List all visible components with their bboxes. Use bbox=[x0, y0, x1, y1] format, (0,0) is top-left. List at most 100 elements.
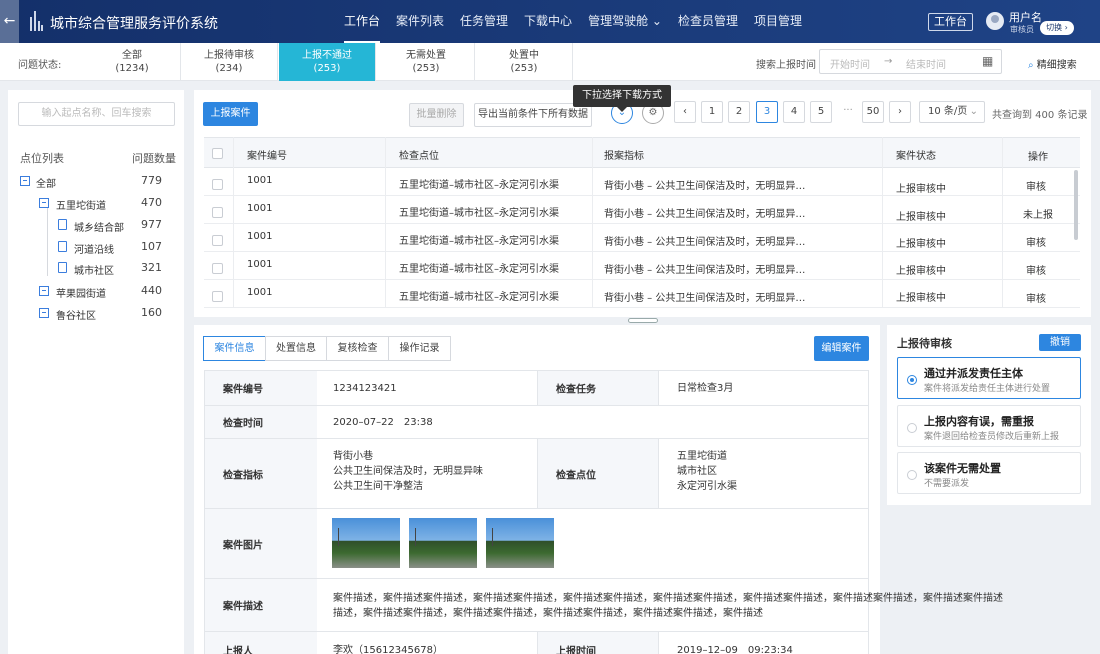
table-row[interactable]: 1001 五里坨街道–城市社区–永定河引水渠 背街小巷 – 公共卫生间保洁及时，… bbox=[204, 168, 1080, 196]
batch-delete-button[interactable]: 批量删除 bbox=[409, 103, 464, 127]
status-tab-rejected[interactable]: 上报不通过 (253) bbox=[279, 43, 376, 81]
tree-item-wulituo[interactable]: 五里坨街道 470 bbox=[8, 194, 184, 214]
status-tab-processing[interactable]: 处置中 (253) bbox=[476, 43, 573, 81]
page-size-select[interactable]: 10 条/页 ⌄ bbox=[919, 101, 985, 123]
search-time-label: 搜索上报时间 bbox=[756, 60, 816, 71]
tree-item-count: 779 bbox=[141, 174, 162, 187]
main-nav: 工作台 案件列表 任务管理 下载中心 管理驾驶舱 ⌄ 检查员管理 项目管理 bbox=[336, 0, 810, 43]
radio-selected[interactable] bbox=[907, 375, 917, 385]
nav-task-management[interactable]: 任务管理 bbox=[452, 0, 516, 43]
case-photo[interactable] bbox=[486, 518, 554, 568]
table-row[interactable]: 1001 五里坨街道–城市社区–永定河引水渠 背街小巷 – 公共卫生间保洁及时，… bbox=[204, 280, 1080, 308]
app-title: 城市综合管理服务评价系统 bbox=[50, 16, 218, 32]
page-3[interactable]: 3 bbox=[756, 101, 778, 123]
status-tab-count: (253) bbox=[510, 63, 538, 74]
next-page-button[interactable]: › bbox=[889, 101, 911, 123]
page-4[interactable]: 4 bbox=[783, 101, 805, 123]
col-indicator: 报案指标 bbox=[604, 151, 644, 162]
row-checkbox[interactable] bbox=[212, 207, 223, 218]
info-row: 上报人 李欢（15612345678） 上报时间 2019–12–09 09:2… bbox=[204, 632, 869, 654]
nav-project-management[interactable]: 项目管理 bbox=[746, 0, 810, 43]
table-row[interactable]: 1001 五里坨街道–城市社区–永定河引水渠 背街小巷 – 公共卫生间保洁及时，… bbox=[204, 224, 1080, 252]
nav-download-center[interactable]: 下载中心 bbox=[516, 0, 580, 43]
report-case-button[interactable]: 上报案件 bbox=[203, 102, 258, 126]
row-checkbox[interactable] bbox=[212, 263, 223, 274]
prev-page-button[interactable]: ‹ bbox=[674, 101, 696, 123]
status-tab-pending[interactable]: 上报待审核 (234) bbox=[181, 43, 278, 81]
status-tab-name: 全部 bbox=[122, 50, 142, 61]
table-row[interactable]: 1001 五里坨街道–城市社区–永定河引水渠 背街小巷 – 公共卫生间保洁及时，… bbox=[204, 196, 1080, 224]
panel-resize-handle[interactable] bbox=[628, 318, 658, 323]
chevron-down-icon: ⌄ bbox=[651, 14, 662, 28]
nav-inspector-management[interactable]: 检查员管理 bbox=[670, 0, 746, 43]
case-no-label: 案件编号 bbox=[223, 384, 263, 396]
status-tab-name: 处置中 bbox=[509, 50, 539, 61]
review-link[interactable]: 审核 bbox=[1026, 262, 1046, 277]
radio-unselected[interactable] bbox=[907, 423, 917, 433]
case-photo[interactable] bbox=[409, 518, 477, 568]
tree-item-lugu[interactable]: 鲁谷社区 160 bbox=[8, 304, 184, 324]
nav-workbench[interactable]: 工作台 bbox=[336, 0, 388, 43]
review-title: 上报待审核 bbox=[897, 337, 952, 350]
tree-item-city-community[interactable]: 城市社区 321 bbox=[8, 259, 184, 279]
tree-item-all[interactable]: 全部 779 bbox=[8, 172, 184, 192]
review-option-resubmit[interactable]: 上报内容有误，需重报 案件退回给检查员修改后重新上报 bbox=[897, 405, 1081, 447]
status-tab-all[interactable]: 全部 (1234) bbox=[84, 43, 181, 81]
tab-case-info[interactable]: 案件信息 bbox=[203, 336, 266, 361]
page-1[interactable]: 1 bbox=[701, 101, 723, 123]
start-date-input[interactable]: 开始时间 bbox=[830, 56, 870, 71]
avatar[interactable] bbox=[986, 12, 1004, 30]
page-2[interactable]: 2 bbox=[728, 101, 750, 123]
case-location: 五里坨街道–城市社区–永定河引水渠 bbox=[399, 236, 559, 247]
table-scrollbar[interactable] bbox=[1074, 170, 1078, 240]
case-photo[interactable] bbox=[332, 518, 400, 568]
review-link[interactable]: 审核 bbox=[1026, 178, 1046, 193]
tab-operation-log[interactable]: 操作记录 bbox=[388, 336, 451, 361]
tree-item-count: 107 bbox=[141, 240, 162, 253]
tree-item-riverside[interactable]: 河道沿线 107 bbox=[8, 238, 184, 258]
collapse-icon[interactable] bbox=[39, 308, 49, 318]
option-desc: 案件退回给检查员修改后重新上报 bbox=[924, 432, 1060, 442]
row-checkbox[interactable] bbox=[212, 235, 223, 246]
page-50[interactable]: 50 bbox=[862, 101, 884, 123]
page-ellipsis[interactable]: ··· bbox=[837, 101, 859, 123]
page-5[interactable]: 5 bbox=[810, 101, 832, 123]
user-name: 用户名 bbox=[1009, 11, 1042, 24]
collapse-icon[interactable] bbox=[20, 176, 30, 186]
location-search-input[interactable]: 输入起点名称、回车搜索 bbox=[18, 102, 175, 126]
end-date-input[interactable]: 结束时间 bbox=[906, 56, 946, 71]
range-arrow-icon: → bbox=[884, 56, 893, 67]
collapse-icon[interactable] bbox=[39, 286, 49, 296]
precise-search-button[interactable]: ⌕ 精细搜索 bbox=[1028, 56, 1077, 71]
back-arrow-icon[interactable]: ← bbox=[0, 0, 19, 43]
edit-case-button[interactable]: 编辑案件 bbox=[814, 336, 869, 361]
status-tab-no-action[interactable]: 无需处置 (253) bbox=[378, 43, 475, 81]
case-location: 五里坨街道–城市社区–永定河引水渠 bbox=[399, 264, 559, 275]
review-option-approve[interactable]: 通过并派发责任主体 案件将派发给责任主体进行处置 bbox=[897, 357, 1081, 399]
info-label: 检查任务 bbox=[537, 371, 659, 405]
tree-item-pingguoyuan[interactable]: 苹果园街道 440 bbox=[8, 282, 184, 302]
radio-unselected[interactable] bbox=[907, 470, 917, 480]
switch-label: 切换 bbox=[1046, 23, 1063, 32]
tree-item-label: 五里坨街道 bbox=[56, 201, 106, 212]
select-all-checkbox[interactable] bbox=[212, 148, 223, 159]
switch-role-button[interactable]: 切换 › bbox=[1040, 21, 1074, 35]
review-option-no-action[interactable]: 该案件无需处置 不需要派发 bbox=[897, 452, 1081, 494]
revoke-button[interactable]: 撤销 bbox=[1039, 334, 1081, 351]
workbench-button[interactable]: 工作台 bbox=[928, 13, 973, 31]
row-checkbox[interactable] bbox=[212, 179, 223, 190]
tree-item-label: 城市社区 bbox=[74, 266, 114, 277]
tree-item-label: 河道沿线 bbox=[74, 245, 114, 256]
status-tab-name: 上报待审核 bbox=[204, 50, 254, 61]
row-checkbox[interactable] bbox=[212, 291, 223, 302]
nav-cockpit[interactable]: 管理驾驶舱 ⌄ bbox=[580, 0, 670, 43]
collapse-icon[interactable] bbox=[39, 198, 49, 208]
review-link[interactable]: 审核 bbox=[1026, 290, 1046, 305]
review-link[interactable]: 审核 bbox=[1026, 234, 1046, 249]
table-row[interactable]: 1001 五里坨街道–城市社区–永定河引水渠 背街小巷 – 公共卫生间保洁及时，… bbox=[204, 252, 1080, 280]
tab-disposal-info[interactable]: 处置信息 bbox=[265, 336, 327, 361]
tree-item-urban-rural[interactable]: 城乡结合部 977 bbox=[8, 216, 184, 236]
tab-recheck[interactable]: 复核检查 bbox=[326, 336, 389, 361]
date-range-picker[interactable]: 开始时间 → 结束时间 ▦ bbox=[819, 49, 1002, 74]
nav-case-list[interactable]: 案件列表 bbox=[388, 0, 452, 43]
